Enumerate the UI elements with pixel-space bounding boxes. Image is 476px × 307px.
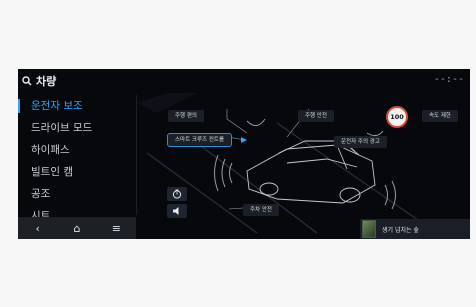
head-unit-screen: 차량 --:-- 운전자 보조 드라이브 모드 하이패스 빌트인 캠 공조 시트…: [18, 69, 470, 239]
menu-icon: ≡: [111, 221, 121, 235]
back-icon: ‹: [35, 221, 40, 235]
top-bar: 차량 --:--: [18, 69, 470, 93]
media-title: 생기 넘치는 숲: [382, 226, 419, 234]
menu-button[interactable]: ≡: [104, 219, 128, 237]
home-icon: ⌂: [73, 221, 81, 235]
search-bar[interactable]: 차량: [22, 73, 56, 89]
sidebar-item-builtin-cam[interactable]: 빌트인 캠: [18, 161, 138, 183]
speed-limit-sign-icon: 100: [386, 106, 408, 128]
sidebar: 운전자 보조 드라이브 모드 하이패스 빌트인 캠 공조 시트: [18, 95, 138, 227]
sidebar-item-hipass[interactable]: 하이패스: [18, 139, 138, 161]
back-button[interactable]: ‹: [26, 219, 50, 237]
sidebar-item-drive-mode[interactable]: 드라이브 모드: [18, 117, 138, 139]
album-art: [362, 220, 376, 238]
speaker-icon: [173, 207, 179, 215]
timer-button[interactable]: [167, 187, 187, 201]
search-icon: [22, 76, 32, 86]
search-label: 차량: [36, 75, 57, 88]
label-parking-safety[interactable]: 주차 안전: [243, 204, 279, 216]
label-smart-cruise[interactable]: 스마트 크루즈 컨트롤: [166, 133, 233, 147]
volume-button[interactable]: [167, 204, 187, 218]
label-driver-attention[interactable]: 운전자 주의 경고: [334, 136, 387, 148]
label-driving-safety[interactable]: 주행 안전: [298, 110, 334, 122]
media-widget[interactable]: 생기 넘치는 숲: [360, 219, 470, 239]
nav-bar: ‹ ⌂ ≡: [18, 217, 136, 239]
driver-assist-scene: 주행 편의 스마트 크루즈 컨트롤 주행 안전 운전자 주의 경고 100 속도…: [137, 93, 470, 239]
sidebar-item-driver-assist[interactable]: 운전자 보조: [18, 95, 138, 117]
home-button[interactable]: ⌂: [65, 219, 89, 237]
timer-icon: [172, 189, 182, 199]
label-speed-limit[interactable]: 속도 제한: [422, 110, 458, 122]
label-driving-convenience[interactable]: 주행 편의: [168, 110, 204, 122]
sidebar-item-climate[interactable]: 공조: [18, 183, 138, 205]
clock: --:--: [433, 74, 464, 85]
